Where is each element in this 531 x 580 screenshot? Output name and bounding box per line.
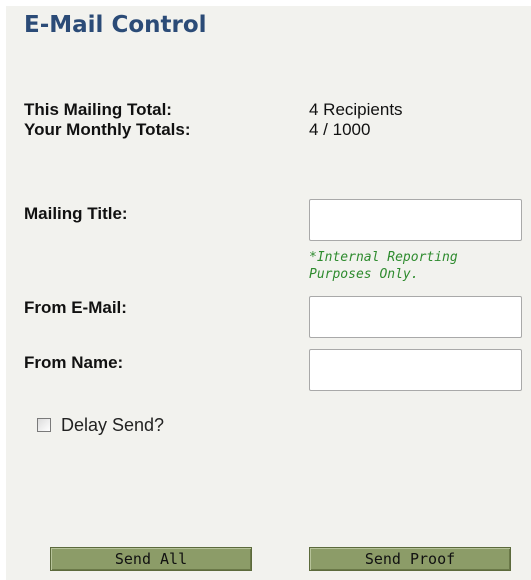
- mailing-title-input[interactable]: [309, 199, 522, 241]
- from-email-input[interactable]: [309, 296, 522, 338]
- monthly-totals-value: 4 / 1000: [309, 120, 371, 139]
- monthly-totals-label: Your Monthly Totals:: [24, 120, 191, 139]
- delay-send-label[interactable]: Delay Send?: [61, 415, 164, 436]
- mailing-total-label: This Mailing Total:: [24, 100, 172, 119]
- send-proof-button[interactable]: Send Proof: [309, 547, 511, 571]
- mailing-total-value: 4 Recipients: [309, 100, 403, 119]
- from-name-label: From Name:: [24, 353, 124, 372]
- page-title: E-Mail Control: [24, 12, 207, 38]
- from-email-label: From E-Mail:: [24, 298, 127, 317]
- mailing-title-label: Mailing Title:: [24, 204, 128, 223]
- email-control-panel: E-Mail Control This Mailing Total: 4 Rec…: [6, 6, 531, 580]
- delay-send-checkbox[interactable]: [37, 418, 51, 432]
- send-all-button[interactable]: Send All: [50, 547, 252, 571]
- from-name-input[interactable]: [309, 349, 522, 391]
- mailing-title-note: *Internal Reporting Purposes Only.: [309, 250, 458, 282]
